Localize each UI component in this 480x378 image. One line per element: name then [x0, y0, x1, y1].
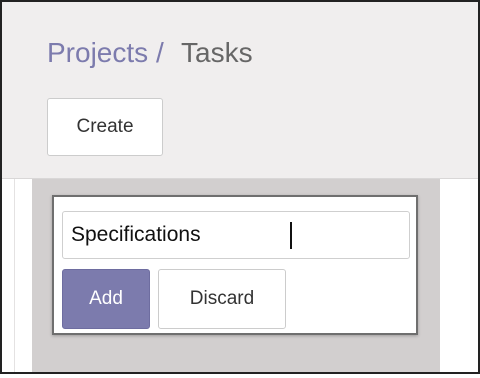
breadcrumb: Projects / Tasks — [47, 36, 253, 70]
breadcrumb-projects-link[interactable]: Projects — [47, 37, 148, 68]
breadcrumb-current-page: Tasks — [181, 37, 253, 68]
breadcrumb-separator: / — [155, 37, 164, 68]
discard-button[interactable]: Discard — [158, 269, 286, 329]
add-button[interactable]: Add — [62, 269, 150, 329]
task-name-input[interactable] — [62, 211, 410, 259]
text-cursor — [290, 222, 292, 249]
kanban-left-gutter — [2, 179, 15, 372]
create-button[interactable]: Create — [47, 98, 163, 156]
quick-create-card: Add Discard — [52, 195, 418, 335]
app-window: Projects / Tasks Create Add Discard — [0, 0, 480, 374]
kanban-column-new: Add Discard — [32, 179, 440, 372]
kanban-view: Add Discard — [2, 179, 478, 372]
control-panel: Projects / Tasks Create — [2, 2, 478, 179]
